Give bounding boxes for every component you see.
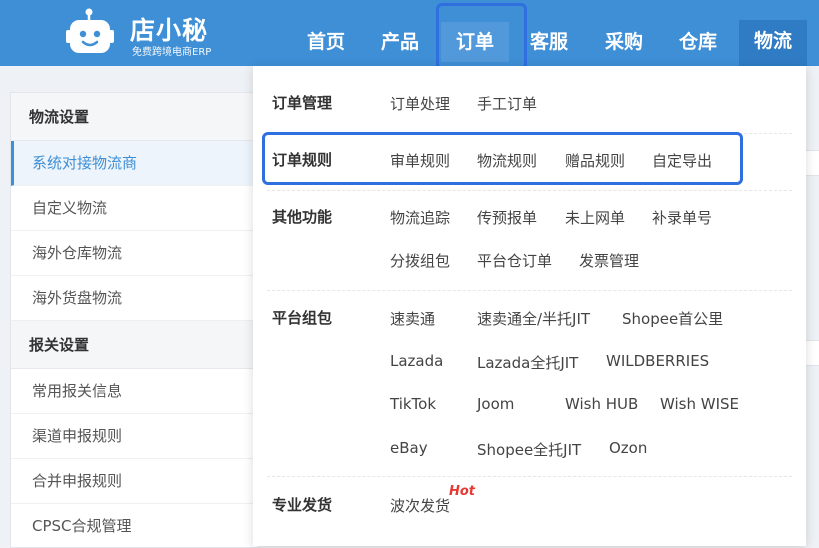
- menu-link-manual-order[interactable]: 手工订单: [477, 93, 537, 114]
- menu-link-audit-rules[interactable]: 审单规则: [390, 150, 450, 171]
- menu-link-platform-warehouse-order[interactable]: 平台仓订单: [477, 250, 552, 271]
- menu-label-order-rules: 订单规则: [272, 151, 333, 169]
- top-header: 店小秘 免费跨境电商ERP 首页 产品 订单 客服 采购 仓库 物流: [0, 0, 819, 66]
- menu-link-gift-rules[interactable]: 赠品规则: [565, 150, 625, 171]
- menu-link-tracking[interactable]: 物流追踪: [390, 207, 450, 228]
- menu-link-order-processing[interactable]: 订单处理: [390, 93, 450, 114]
- right-edge-row: [806, 150, 819, 176]
- nav-warehouse[interactable]: 仓库: [669, 22, 727, 62]
- menu-link-wildberries[interactable]: WILDBERRIES: [606, 352, 709, 370]
- sidebar-item-custom-logistics[interactable]: 自定义物流: [11, 186, 259, 231]
- sidebar-item-channel-rules[interactable]: 渠道申报规则: [11, 414, 259, 459]
- menu-label-pro-shipping: 专业发货: [272, 496, 333, 514]
- menu-link-ozon[interactable]: Ozon: [609, 439, 647, 457]
- menu-link-lazada-jit[interactable]: Lazada全托JIT: [477, 352, 578, 373]
- sidebar-group-logistics-settings: 物流设置: [11, 93, 259, 141]
- menu-divider: [267, 190, 792, 191]
- menu-link-logistics-rules[interactable]: 物流规则: [477, 150, 537, 171]
- menu-link-invoice-mgmt[interactable]: 发票管理: [579, 250, 639, 271]
- logo[interactable]: 店小秘 免费跨境电商ERP: [66, 4, 226, 60]
- hot-badge: Hot: [449, 484, 476, 499]
- menu-divider: [267, 290, 792, 291]
- menu-link-shopee-jit[interactable]: Shopee全托JIT: [477, 439, 581, 460]
- sidebar-group-customs-settings: 报关设置: [11, 321, 259, 369]
- menu-link-custom-export[interactable]: 自定导出: [652, 150, 712, 171]
- menu-link-wish-wise[interactable]: Wish WISE: [660, 395, 739, 413]
- menu-label-platform-package: 平台组包: [272, 309, 333, 327]
- menu-link-pre-report[interactable]: 传预报单: [477, 207, 537, 228]
- nav-home[interactable]: 首页: [297, 22, 355, 62]
- menu-link-lazada[interactable]: Lazada: [390, 352, 443, 370]
- menu-link-wave-shipping[interactable]: 波次发货: [390, 495, 450, 516]
- menu-link-supplement-number[interactable]: 补录单号: [652, 207, 712, 228]
- logo-subtitle: 免费跨境电商ERP: [132, 47, 212, 58]
- menu-label-other-functions: 其他功能: [272, 208, 333, 226]
- menu-label-order-mgmt: 订单管理: [272, 94, 333, 112]
- sidebar-item-cpsc[interactable]: CPSC合规管理: [11, 504, 259, 548]
- menu-link-ebay[interactable]: eBay: [390, 439, 428, 457]
- menu-divider: [267, 133, 792, 134]
- menu-link-sort-package[interactable]: 分拨组包: [390, 250, 450, 271]
- menu-link-joom[interactable]: Joom: [477, 395, 514, 413]
- nav-purchase[interactable]: 采购: [595, 22, 653, 62]
- logo-title: 店小秘: [130, 16, 209, 45]
- nav-product[interactable]: 产品: [371, 22, 429, 62]
- sidebar-item-customs-info[interactable]: 常用报关信息: [11, 369, 259, 414]
- menu-divider: [267, 476, 792, 477]
- nav-service[interactable]: 客服: [520, 22, 578, 62]
- order-dropdown-menu: 订单管理 订单处理 手工订单 订单规则 审单规则 物流规则 赠品规则 自定导出 …: [253, 66, 806, 546]
- menu-link-shopee-first-mile[interactable]: Shopee首公里: [622, 308, 723, 329]
- nav-order[interactable]: 订单: [441, 22, 509, 62]
- sidebar-item-system-carriers[interactable]: 系统对接物流商: [11, 141, 259, 186]
- sidebar-item-overseas-warehouse[interactable]: 海外仓库物流: [11, 231, 259, 276]
- sidebar: 物流设置 系统对接物流商 自定义物流 海外仓库物流 海外货盘物流 报关设置 常用…: [10, 92, 260, 548]
- nav-logistics[interactable]: 物流: [739, 20, 807, 66]
- menu-link-aliexpress[interactable]: 速卖通: [390, 308, 435, 329]
- menu-link-tiktok[interactable]: TikTok: [390, 395, 436, 413]
- sidebar-item-merge-rules[interactable]: 合并申报规则: [11, 459, 259, 504]
- menu-link-not-online[interactable]: 未上网单: [565, 207, 625, 228]
- menu-link-wish-hub[interactable]: Wish HUB: [565, 395, 638, 413]
- right-edge-row: [806, 340, 819, 366]
- robot-logo-icon: [66, 8, 114, 53]
- menu-link-aliexpress-jit[interactable]: 速卖通全/半托JIT: [477, 308, 590, 329]
- sidebar-item-overseas-pallet[interactable]: 海外货盘物流: [11, 276, 259, 321]
